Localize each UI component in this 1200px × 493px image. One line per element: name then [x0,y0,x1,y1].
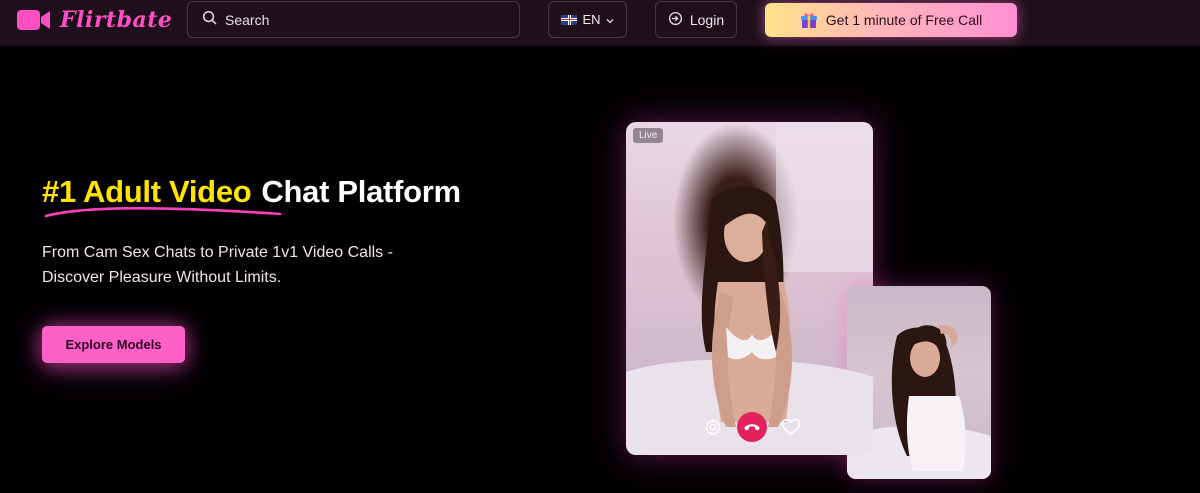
language-label: EN [582,12,601,27]
main-video-card[interactable]: Live [626,122,873,455]
chevron-down-icon [606,12,614,27]
explore-models-button[interactable]: Explore Models [42,326,185,363]
free-call-label: Get 1 minute of Free Call [825,12,983,28]
headline-underline [44,206,282,218]
subtitle-line-2: Discover Pleasure Without Limits. [42,269,282,286]
logo[interactable]: Flirtbate [16,5,172,35]
heart-icon[interactable] [780,416,802,438]
login-icon [668,11,683,29]
call-controls [702,412,802,442]
model-video-feed [626,122,873,455]
logo-text: Flirtbate [60,7,173,33]
flag-uk-icon [561,14,578,25]
gift-icon [800,11,818,29]
hero-subtitle: From Cam Sex Chats to Private 1v1 Video … [42,240,442,290]
search-box[interactable] [187,1,520,38]
top-nav-bar: Flirtbate EN Login [0,0,1200,46]
video-camera-icon [16,7,52,33]
language-selector[interactable]: EN [548,1,627,38]
subtitle-line-1: From Cam Sex Chats to Private 1v1 Video … [42,244,393,261]
settings-icon[interactable] [702,416,724,438]
hangup-icon[interactable] [737,412,767,442]
search-input[interactable] [225,11,505,28]
free-call-button[interactable]: Get 1 minute of Free Call [765,3,1017,37]
login-label: Login [689,11,725,28]
live-badge: Live [633,128,664,143]
headline-rest: Chat Platform [261,174,461,209]
search-icon [202,10,217,30]
login-button[interactable]: Login [655,1,737,38]
